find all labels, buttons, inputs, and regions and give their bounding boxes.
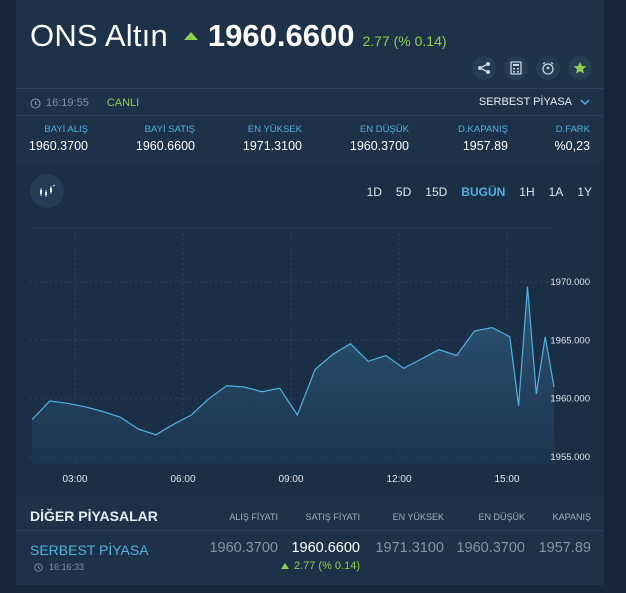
col-high: EN YÜKSEK: [392, 512, 444, 522]
x-tick-label: 03:00: [62, 474, 87, 485]
market-row-low: 1960.3700: [456, 540, 525, 556]
range-1d[interactable]: 1D: [367, 185, 382, 199]
divider: [16, 530, 604, 531]
price-area: [32, 286, 554, 464]
market-row-ask: 1960.6600: [291, 540, 360, 556]
price-change: 2.77 (% 0.14): [362, 33, 447, 49]
divider: [16, 115, 604, 116]
up-arrow-icon: [280, 563, 289, 569]
x-tick-label: 06:00: [170, 474, 195, 485]
range-1a[interactable]: 1A: [549, 185, 564, 199]
calculator-icon[interactable]: [504, 56, 528, 80]
stat-value: 1960.6600: [135, 139, 195, 153]
range-1h[interactable]: 1H: [519, 185, 534, 199]
stat-label: EN YÜKSEK: [247, 124, 302, 135]
range-5d[interactable]: 5D: [396, 185, 411, 199]
star-icon[interactable]: [568, 56, 592, 80]
title-row: ONS Altın 1960.6600 2.77 (% 0.14): [30, 14, 447, 58]
stat-bid: BAYİ ALIŞ 1960.3700: [0, 124, 88, 153]
y-tick-label: 1955.000: [550, 452, 590, 463]
y-tick-label: 1970.000: [550, 277, 590, 288]
stat-value: 1960.3700: [28, 139, 88, 153]
col-close: KAPANIŞ: [552, 512, 591, 522]
x-tick-label: 12:00: [386, 474, 411, 485]
market-row-time-value: 16:16:33: [49, 562, 85, 572]
live-badge: CANLI: [106, 97, 140, 109]
stat-value: 1960.3700: [349, 139, 409, 153]
last-update-time: 16:19:55: [46, 97, 89, 109]
stat-low: EN DÜŞÜK 1960.3700: [299, 124, 409, 153]
status-row: 16:19:55 CANLI: [30, 97, 139, 109]
chart-type-button[interactable]: [30, 174, 64, 208]
market-row-change: 2.77 (% 0.14): [280, 560, 360, 572]
price-chart: 03:00 06:00 09:00 12:00 15:00 1955.000 1960.00…: [30, 227, 590, 485]
y-tick-label: 1960.000: [550, 394, 590, 405]
stat-value: %0,23: [554, 139, 590, 153]
stat-value: 1971.3100: [242, 139, 302, 153]
instrument-name: ONS Altın: [30, 18, 168, 53]
stat-label: BAYİ SATIŞ: [144, 124, 195, 135]
market-row-time: 16:16:33: [34, 562, 84, 572]
instrument-panel: ONS Altın 1960.6600 2.77 (% 0.14) 16:19:…: [16, 0, 604, 585]
clock-icon: [34, 562, 43, 572]
market-row-name[interactable]: SERBEST PİYASA: [30, 542, 149, 558]
col-low: EN DÜŞÜK: [478, 512, 525, 522]
candlestick-icon: [40, 184, 56, 197]
time-range-tabs: 1D 5D 15D BUGÜN 1H 1A 1Y: [353, 185, 592, 199]
market-row-close: 1957.89: [538, 540, 591, 556]
other-markets-title: DİĞER PİYASALAR: [30, 508, 158, 524]
stat-label: EN DÜŞÜK: [359, 124, 409, 135]
market-row-high: 1971.3100: [375, 540, 444, 556]
market-row-change-value: 2.77 (% 0.14): [293, 560, 360, 572]
range-1y[interactable]: 1Y: [577, 185, 592, 199]
current-price: 1960.6600: [207, 18, 355, 53]
stat-high: EN YÜKSEK 1971.3100: [192, 124, 302, 153]
share-icon[interactable]: [472, 56, 496, 80]
range-15d[interactable]: 15D: [425, 185, 447, 199]
divider: [16, 88, 604, 89]
clock-icon: [30, 97, 41, 109]
market-selector-label: SERBEST PİYASA: [478, 96, 572, 108]
market-selector[interactable]: SERBEST PİYASA: [479, 96, 590, 108]
chart-area: 03:00 06:00 09:00 12:00 15:00 1955.000 1960.00…: [16, 164, 604, 496]
market-row-bid: 1960.3700: [209, 540, 278, 556]
x-tick-label: 15:00: [494, 474, 519, 485]
stat-label: D.FARK: [555, 124, 590, 135]
range-today[interactable]: BUGÜN: [461, 185, 505, 199]
col-ask: SATIŞ FİYATI: [305, 512, 360, 522]
alarm-icon[interactable]: [536, 56, 560, 80]
stat-diff: D.FARK %0,23: [480, 124, 590, 153]
up-arrow-icon: [183, 32, 198, 40]
stat-ask: BAYİ SATIŞ 1960.6600: [85, 124, 195, 153]
stat-label: BAYİ ALIŞ: [44, 124, 88, 135]
chevron-down-icon: [580, 98, 590, 105]
x-tick-label: 09:00: [278, 474, 303, 485]
col-bid: ALIŞ FİYATI: [229, 512, 278, 522]
toolbar: [472, 56, 592, 80]
y-tick-label: 1965.000: [550, 335, 590, 346]
